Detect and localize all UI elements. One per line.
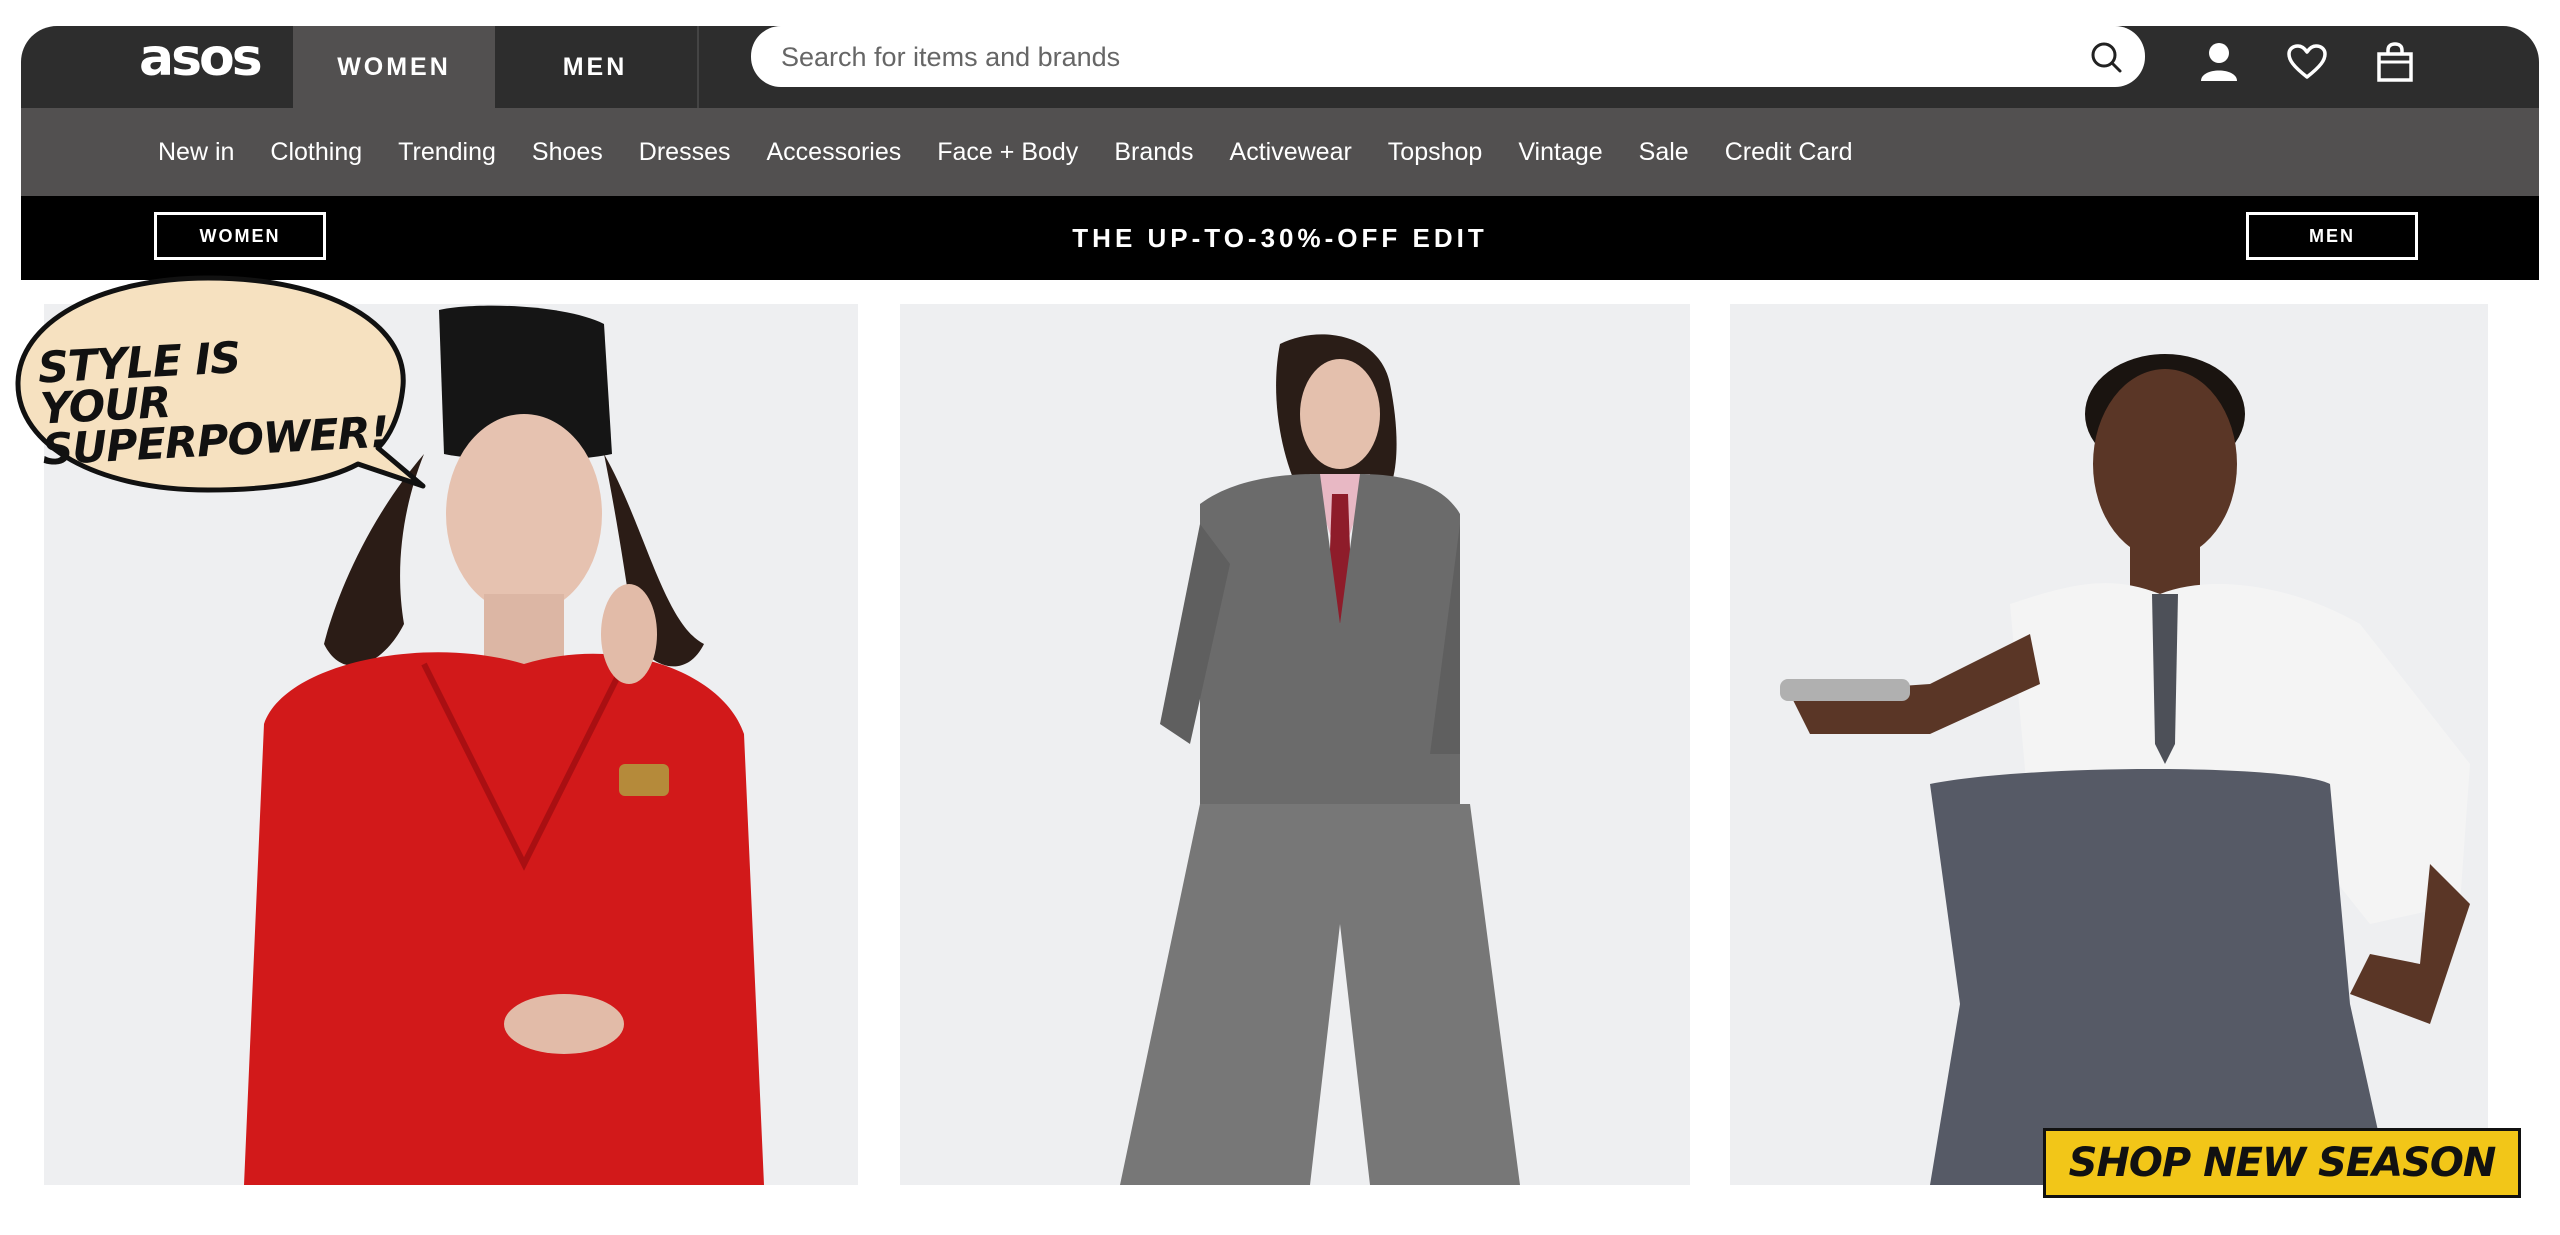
- bag-icon[interactable]: [2367, 34, 2423, 90]
- nav-item-new-in[interactable]: New in: [158, 138, 234, 167]
- category-nav: New in Clothing Trending Shoes Dresses A…: [21, 108, 2539, 196]
- divider: [697, 26, 699, 108]
- bubble-text: STYLE IS YOUR SUPERPOWER!: [36, 333, 390, 476]
- nav-item-topshop[interactable]: Topshop: [1388, 138, 1483, 167]
- promo-men-button[interactable]: MEN: [2246, 212, 2418, 260]
- asos-logo[interactable]: asos: [139, 32, 263, 84]
- hero-image-grey-dress[interactable]: [1730, 304, 2488, 1185]
- nav-item-brands[interactable]: Brands: [1114, 138, 1193, 167]
- tab-men[interactable]: MEN: [495, 26, 695, 108]
- nav-item-vintage[interactable]: Vintage: [1518, 138, 1602, 167]
- nav-item-clothing[interactable]: Clothing: [270, 138, 362, 167]
- heart-icon[interactable]: [2279, 34, 2335, 90]
- search-bar: [751, 26, 2145, 89]
- hero-image-grey-suit[interactable]: [900, 304, 1690, 1185]
- shop-new-season-button[interactable]: SHOP NEW SEASON: [2043, 1128, 2521, 1198]
- nav-item-shoes[interactable]: Shoes: [532, 138, 603, 167]
- search-input[interactable]: [779, 26, 2083, 89]
- tab-women[interactable]: WOMEN: [293, 26, 495, 108]
- search-icon[interactable]: [2089, 40, 2123, 74]
- account-icon[interactable]: [2191, 34, 2247, 90]
- nav-item-dresses[interactable]: Dresses: [639, 138, 731, 167]
- nav-item-activewear[interactable]: Activewear: [1230, 138, 1352, 167]
- promo-women-button[interactable]: WOMEN: [154, 212, 326, 260]
- nav-item-credit-card[interactable]: Credit Card: [1725, 138, 1853, 167]
- nav-item-sale[interactable]: Sale: [1639, 138, 1689, 167]
- top-bar: asos WOMEN MEN: [21, 26, 2539, 108]
- nav-item-accessories[interactable]: Accessories: [766, 138, 901, 167]
- nav-item-trending[interactable]: Trending: [398, 138, 496, 167]
- nav-item-face-body[interactable]: Face + Body: [937, 138, 1078, 167]
